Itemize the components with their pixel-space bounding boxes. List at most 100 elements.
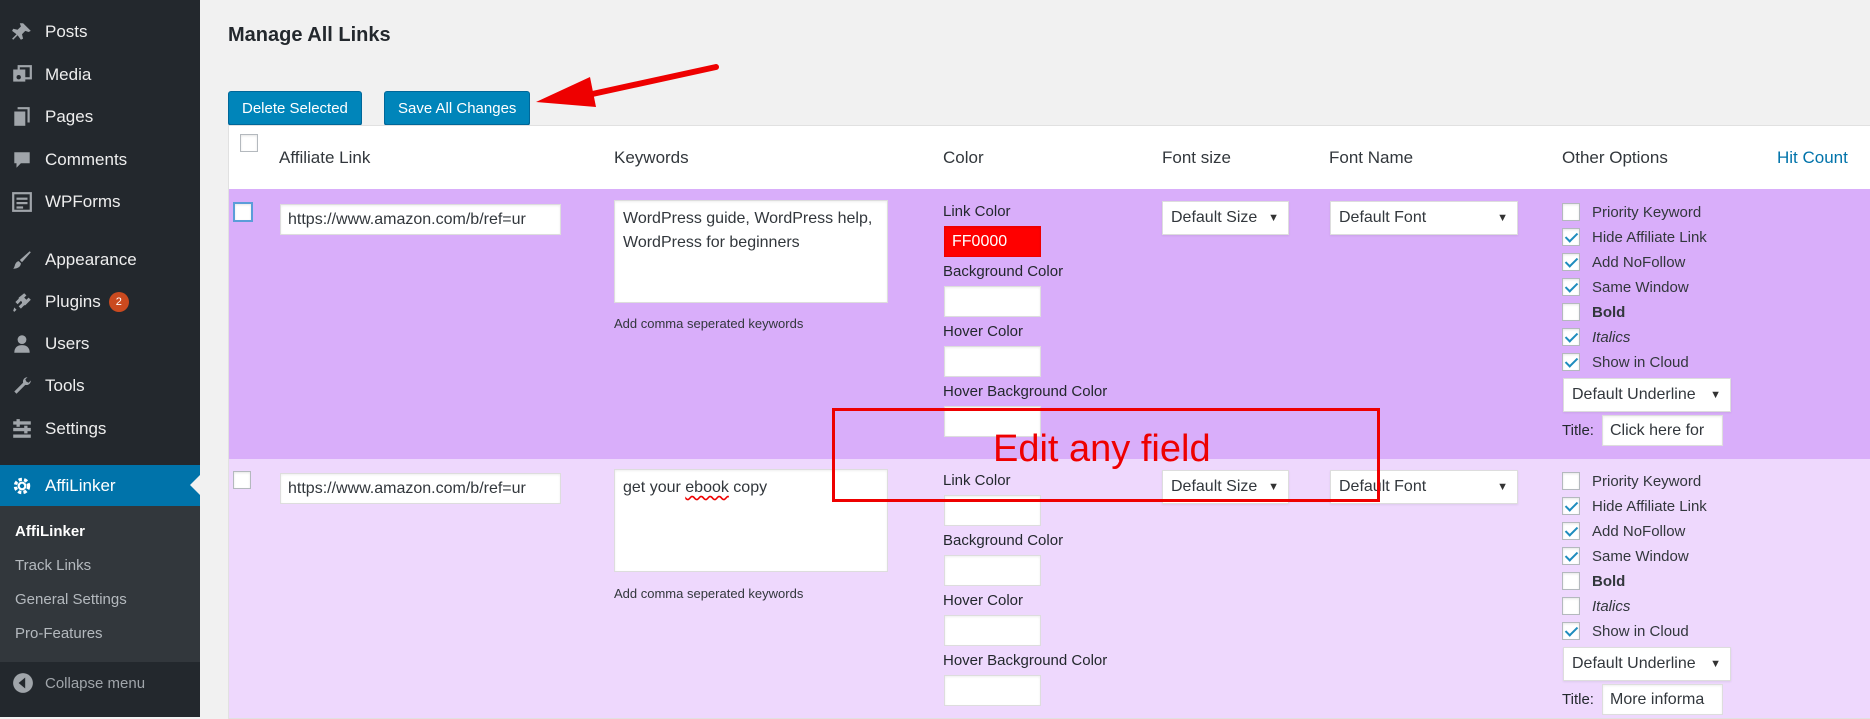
sidebar-item-label: Pages (45, 107, 94, 126)
background-color-input[interactable] (944, 286, 1041, 317)
submenu-track-links[interactable]: Track Links (15, 557, 91, 574)
affiliate-link-input[interactable] (280, 204, 561, 235)
option-checkbox[interactable] (1562, 353, 1580, 371)
option-label: Show in Cloud (1592, 353, 1689, 371)
title-label: Title: (1562, 691, 1594, 708)
collapse-menu-button[interactable]: Collapse menu (0, 667, 200, 699)
option-bold[interactable]: Bold (1562, 303, 1625, 321)
admin-sidebar: Posts Media Pages Comments WPForms Appea… (0, 0, 200, 717)
option-label: Priority Keyword (1592, 472, 1702, 490)
annotation-text: Edit any field (993, 428, 1211, 470)
underline-select[interactable]: Default Underline ▼ (1563, 378, 1731, 412)
underline-value: Default Underline (1572, 655, 1696, 672)
sidebar-item-appearance[interactable]: Appearance (0, 240, 200, 280)
title-input[interactable] (1602, 684, 1723, 715)
sidebar-item-posts[interactable]: Posts (0, 12, 200, 52)
sidebar-item-tools[interactable]: Tools (0, 366, 200, 406)
save-all-changes-button[interactable]: Save All Changes (384, 91, 531, 125)
sidebar-item-pages[interactable]: Pages (0, 97, 200, 137)
col-header-font-size: Font size (1162, 148, 1231, 167)
option-add-nofollow[interactable]: Add NoFollow (1562, 522, 1685, 540)
font-name-select[interactable]: Default Font ▼ (1330, 201, 1518, 235)
option-checkbox[interactable] (1562, 497, 1580, 515)
option-bold[interactable]: Bold (1562, 572, 1625, 590)
comments-icon (10, 148, 34, 172)
select-all-checkbox[interactable] (240, 134, 258, 152)
page-title: Manage All Links (228, 24, 391, 46)
sidebar-item-label: Posts (45, 22, 88, 41)
option-add-nofollow[interactable]: Add NoFollow (1562, 253, 1685, 271)
option-checkbox[interactable] (1562, 472, 1580, 490)
option-label: Hide Affiliate Link (1592, 228, 1707, 246)
hover-color-input[interactable] (944, 346, 1041, 377)
sidebar-item-label: Media (45, 65, 92, 84)
background-color-input[interactable] (944, 555, 1041, 586)
submenu-general-settings[interactable]: General Settings (15, 591, 127, 608)
font-size-value: Default Size (1171, 209, 1258, 226)
option-priority-keyword[interactable]: Priority Keyword (1562, 472, 1701, 490)
col-header-hit-count[interactable]: Hit Count (1777, 148, 1848, 168)
sidebar-item-users[interactable]: Users (0, 324, 200, 364)
plugin-icon (10, 290, 34, 314)
option-same-window[interactable]: Same Window (1562, 547, 1689, 565)
option-show-in-cloud[interactable]: Show in Cloud (1562, 353, 1689, 371)
option-checkbox[interactable] (1562, 253, 1580, 271)
option-checkbox[interactable] (1562, 522, 1580, 540)
underline-value: Default Underline (1572, 386, 1696, 403)
row-select-checkbox[interactable] (233, 202, 253, 222)
affilinker-submenu: AffiLinker Track Links General Settings … (0, 506, 200, 662)
media-icon (10, 63, 34, 87)
sidebar-item-label: Appearance (45, 250, 137, 269)
affiliate-link-input[interactable] (280, 473, 561, 504)
hover-background-color-input[interactable] (944, 675, 1041, 706)
sidebar-item-comments[interactable]: Comments (0, 140, 200, 180)
keywords-textarea[interactable]: WordPress guide, WordPress help, WordPre… (614, 200, 888, 303)
pin-icon (10, 20, 34, 44)
option-checkbox[interactable] (1562, 572, 1580, 590)
option-same-window[interactable]: Same Window (1562, 278, 1689, 296)
option-hide-affiliate-link[interactable]: Hide Affiliate Link (1562, 228, 1707, 246)
option-checkbox[interactable] (1562, 203, 1580, 221)
plugins-update-badge: 2 (108, 292, 129, 312)
submenu-affilinker[interactable]: AffiLinker (15, 523, 85, 540)
option-checkbox[interactable] (1562, 278, 1580, 296)
option-priority-keyword[interactable]: Priority Keyword (1562, 203, 1701, 221)
title-input[interactable] (1602, 415, 1723, 446)
option-checkbox[interactable] (1562, 547, 1580, 565)
option-show-in-cloud[interactable]: Show in Cloud (1562, 622, 1689, 640)
submenu-pro-features[interactable]: Pro-Features (15, 625, 103, 642)
sidebar-item-plugins[interactable]: Plugins 2 (0, 282, 200, 322)
col-header-keywords[interactable]: Keywords (614, 148, 689, 168)
option-label: Show in Cloud (1592, 622, 1689, 640)
title-label: Title: (1562, 422, 1594, 439)
option-hide-affiliate-link[interactable]: Hide Affiliate Link (1562, 497, 1707, 515)
keywords-text: copy (728, 479, 768, 496)
font-size-select[interactable]: Default Size ▼ (1162, 201, 1289, 235)
chevron-down-icon: ▼ (1497, 212, 1508, 224)
sidebar-item-media[interactable]: Media (0, 55, 200, 95)
gear-icon (10, 474, 34, 498)
chevron-down-icon: ▼ (1710, 389, 1721, 401)
option-italics[interactable]: Italics (1562, 328, 1630, 346)
sidebar-item-settings[interactable]: Settings (0, 409, 200, 449)
option-checkbox[interactable] (1562, 597, 1580, 615)
option-checkbox[interactable] (1562, 303, 1580, 321)
sidebar-item-affilinker[interactable]: AffiLinker (0, 465, 200, 506)
option-italics[interactable]: Italics (1562, 597, 1630, 615)
sidebar-item-label: Tools (45, 376, 85, 395)
collapse-menu-label: Collapse menu (45, 674, 146, 692)
sidebar-item-wpforms[interactable]: WPForms (0, 182, 200, 222)
col-header-affiliate-link[interactable]: Affiliate Link (279, 148, 370, 168)
underline-select[interactable]: Default Underline ▼ (1563, 647, 1731, 681)
link-color-label: Link Color (943, 203, 1011, 220)
option-checkbox[interactable] (1562, 228, 1580, 246)
chevron-down-icon: ▼ (1268, 212, 1279, 224)
sidebar-item-label: Users (45, 334, 90, 353)
hover-color-input[interactable] (944, 615, 1041, 646)
delete-selected-button[interactable]: Delete Selected (228, 91, 362, 125)
option-checkbox[interactable] (1562, 328, 1580, 346)
option-label: Italics (1592, 328, 1631, 346)
link-color-input[interactable] (944, 226, 1041, 257)
row-select-checkbox[interactable] (233, 471, 251, 489)
option-checkbox[interactable] (1562, 622, 1580, 640)
